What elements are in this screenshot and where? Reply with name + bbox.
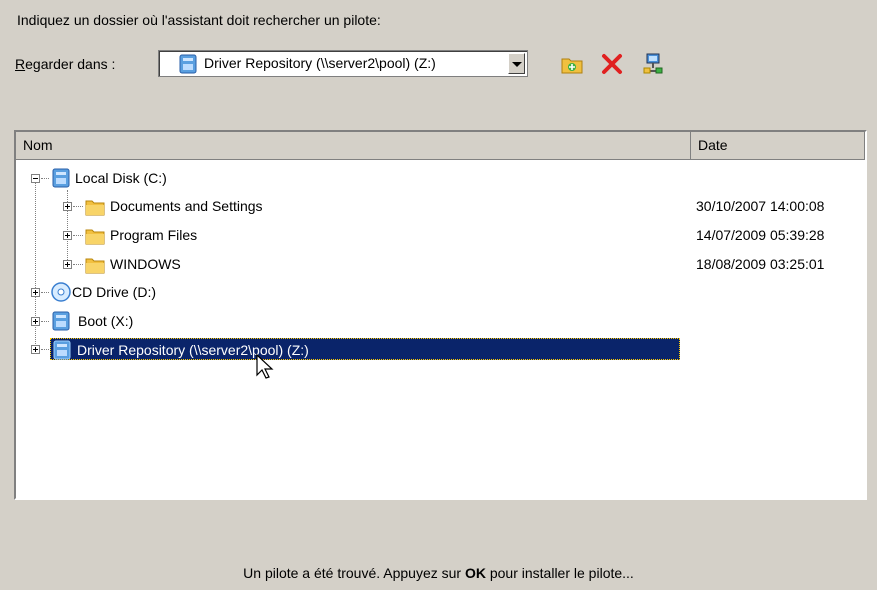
status-text-before: Un pilote a été trouvé. Appuyez sur <box>243 565 465 581</box>
delete-icon[interactable] <box>600 52 624 76</box>
tree-item-date: 18/08/2009 03:25:01 <box>696 256 825 272</box>
mouse-cursor-icon <box>256 353 276 383</box>
hard-drive-icon <box>52 168 70 196</box>
lookin-combobox[interactable]: Driver Repository (\\server2\pool) (Z:) <box>158 50 528 77</box>
tree-item-local-disk-c[interactable]: Local Disk (C:) <box>16 166 865 191</box>
folder-tree-panel[interactable]: Nom Date Local Disk (C:) Documents and S… <box>14 130 867 500</box>
lookin-value: Driver Repository (\\server2\pool) (Z:) <box>204 55 436 71</box>
map-network-drive-icon[interactable] <box>641 52 665 76</box>
folder-icon <box>85 255 105 283</box>
tree-line <box>73 206 83 208</box>
expand-icon[interactable] <box>31 345 40 354</box>
status-text-after: pour installer le pilote... <box>485 565 634 581</box>
tree-line <box>41 178 49 180</box>
tree-item-windows[interactable]: WINDOWS 18/08/2009 03:25:01 <box>16 252 865 277</box>
hard-drive-icon <box>52 311 70 339</box>
selected-highlight: Driver Repository (\\server2\pool) (Z:) <box>50 338 680 360</box>
tree-item-label: Local Disk (C:) <box>75 170 167 186</box>
tree-line <box>73 264 83 266</box>
drive-icon <box>179 54 197 77</box>
tree-item-date: 30/10/2007 14:00:08 <box>696 198 825 214</box>
tree-item-documents-and-settings[interactable]: Documents and Settings 30/10/2007 14:00:… <box>16 194 865 219</box>
folder-icon <box>85 197 105 225</box>
tree-item-driver-repository-z[interactable]: Driver Repository (\\server2\pool) (Z:) <box>16 337 865 362</box>
tree-item-label: WINDOWS <box>110 256 181 272</box>
tree-item-program-files[interactable]: Program Files 14/07/2009 05:39:28 <box>16 223 865 248</box>
column-header-date[interactable]: Date <box>691 132 865 160</box>
status-text-ok: OK <box>464 565 486 581</box>
tree-item-cd-drive-d[interactable]: CD Drive (D:) <box>16 280 865 305</box>
expand-icon[interactable] <box>31 317 40 326</box>
tree-item-label: Program Files <box>110 227 198 243</box>
instruction-text: Indiquez un dossier où l'assistant doit … <box>17 12 381 28</box>
status-message: Un pilote a été trouvé. Appuyez sur OK p… <box>0 565 877 581</box>
chevron-down-icon[interactable] <box>508 53 525 74</box>
tree-item-date: 14/07/2009 05:39:28 <box>696 227 825 243</box>
tree-line <box>41 292 49 294</box>
tree-item-label: Boot (X:) <box>78 313 134 329</box>
network-drive-icon <box>53 340 71 366</box>
tree-line <box>73 235 83 237</box>
lookin-label-rest: egarder dans : <box>25 56 116 72</box>
expand-icon[interactable] <box>31 288 40 297</box>
expand-icon[interactable] <box>63 260 72 269</box>
lookin-label-accesskey: R <box>15 56 26 72</box>
expand-icon[interactable] <box>63 231 72 240</box>
tree-line <box>41 321 49 323</box>
tree-item-boot-x[interactable]: Boot (X:) <box>16 309 865 334</box>
tree-item-label: Documents and Settings <box>110 198 263 214</box>
new-folder-icon[interactable] <box>560 52 584 76</box>
cd-drive-icon <box>51 282 71 310</box>
column-header-name[interactable]: Nom <box>16 132 691 160</box>
tree-item-label: CD Drive (D:) <box>72 284 156 300</box>
lookin-label: Regarder dans : <box>15 56 115 72</box>
collapse-icon[interactable] <box>31 174 40 183</box>
tree-line <box>41 349 49 351</box>
expand-icon[interactable] <box>63 202 72 211</box>
folder-icon <box>85 226 105 254</box>
